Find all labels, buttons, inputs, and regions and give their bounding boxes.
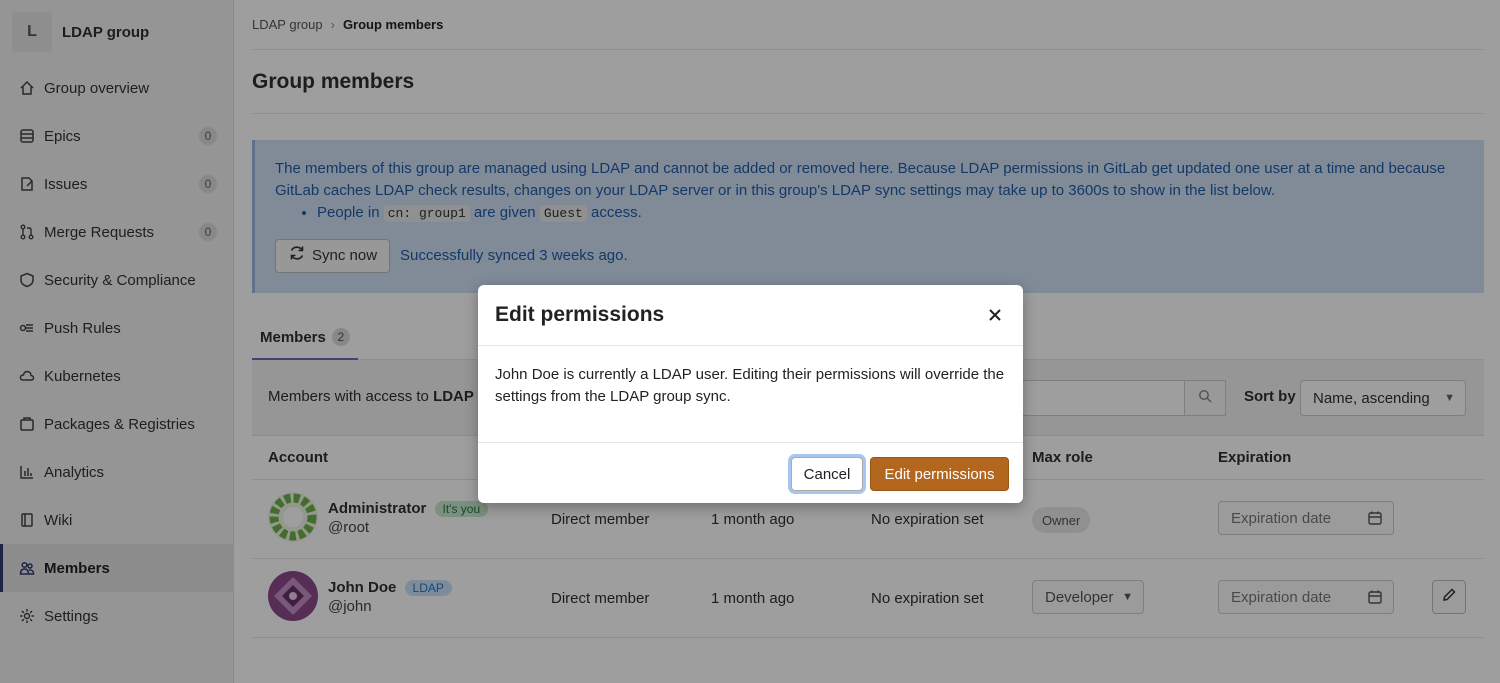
modal-footer: Cancel Edit permissions [478,443,1023,503]
modal-header: Edit permissions [478,285,1023,346]
cancel-button[interactable]: Cancel [791,457,863,491]
edit-permissions-confirm-button[interactable]: Edit permissions [870,457,1009,491]
edit-permissions-modal: Edit permissions John Doe is currently a… [478,285,1023,503]
close-icon[interactable] [983,303,1007,327]
modal-title: Edit permissions [495,303,665,326]
modal-body: John Doe is currently a LDAP user. Editi… [478,346,1023,443]
